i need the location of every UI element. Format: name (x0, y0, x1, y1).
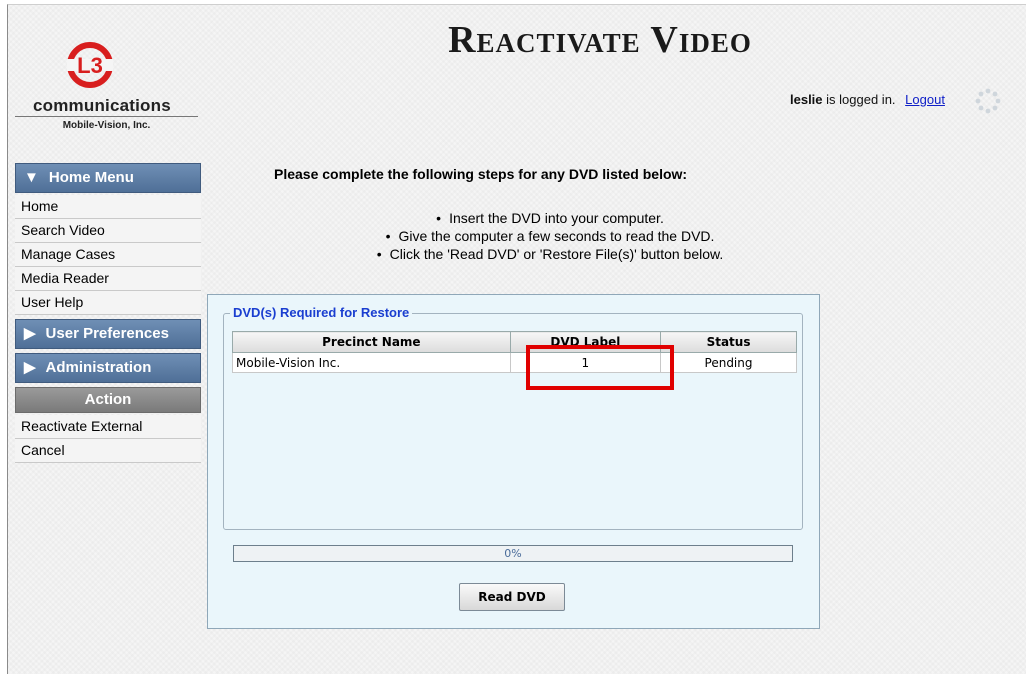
triangle-right-icon: ▶ (24, 359, 36, 376)
sidebar-item-user-help[interactable]: User Help (15, 291, 201, 315)
logo-subtitle: Mobile-Vision, Inc. (62, 120, 151, 131)
login-status-text: is logged in. (826, 92, 896, 107)
home-menu-header[interactable]: ▼ Home Menu (15, 163, 201, 193)
logo-divider (15, 116, 198, 117)
progress-bar: 0% (233, 545, 793, 562)
page-title: Reactivate Video (448, 19, 752, 61)
instructions-title: Please complete the following steps for … (274, 166, 688, 182)
instruction-step: Give the computer a few seconds to read … (200, 227, 900, 245)
sidebar: ▼ Home Menu Home Search Video Manage Case… (15, 163, 201, 463)
triangle-down-icon: ▼ (24, 169, 39, 186)
action-header: Action (15, 387, 201, 413)
table-row[interactable]: Mobile-Vision Inc. 1 Pending (232, 352, 797, 373)
triangle-right-icon: ▶ (24, 325, 36, 342)
administration-header[interactable]: ▶ Administration (15, 353, 201, 383)
dvd-required-group: DVD(s) Required for Restore Precinct Nam… (223, 305, 803, 530)
sidebar-item-home[interactable]: Home (15, 195, 201, 219)
sidebar-item-manage-cases[interactable]: Manage Cases (15, 243, 201, 267)
instruction-step: Insert the DVD into your computer. (200, 209, 900, 227)
column-header-status[interactable]: Status (660, 331, 797, 353)
logo-company: communications (33, 96, 171, 115)
user-preferences-label: User Preferences (45, 325, 169, 342)
dvd-label-highlight-box (526, 345, 674, 390)
restore-panel: DVD(s) Required for Restore Precinct Nam… (207, 294, 820, 629)
logo-mark-text: L3 (77, 53, 103, 78)
login-status: leslie is logged in. Logout (790, 92, 945, 107)
cell-status: Pending (660, 352, 797, 373)
home-menu-label: Home Menu (48, 169, 134, 186)
action-reactivate-external[interactable]: Reactivate External (15, 415, 201, 439)
l3-logo-icon: L3 (67, 42, 113, 88)
action-cancel[interactable]: Cancel (15, 439, 201, 463)
dvd-table: Precinct Name DVD Label Status Mobile-Vi… (232, 331, 797, 373)
sidebar-item-media-reader[interactable]: Media Reader (15, 267, 201, 291)
logout-link[interactable]: Logout (905, 92, 945, 107)
cell-precinct: Mobile-Vision Inc. (232, 352, 511, 373)
user-preferences-header[interactable]: ▶ User Preferences (15, 319, 201, 349)
column-header-precinct[interactable]: Precinct Name (232, 331, 511, 353)
instruction-steps: Insert the DVD into your computer. Give … (200, 209, 900, 263)
table-header-row: Precinct Name DVD Label Status (232, 331, 797, 353)
dvd-required-legend: DVD(s) Required for Restore (230, 305, 413, 320)
sidebar-item-search-video[interactable]: Search Video (15, 219, 201, 243)
administration-label: Administration (45, 359, 152, 376)
loading-spinner-icon (975, 88, 1001, 114)
read-dvd-button[interactable]: Read DVD (459, 583, 565, 611)
username: leslie (790, 92, 823, 107)
instruction-step: Click the 'Read DVD' or 'Restore File(s)… (200, 245, 900, 263)
